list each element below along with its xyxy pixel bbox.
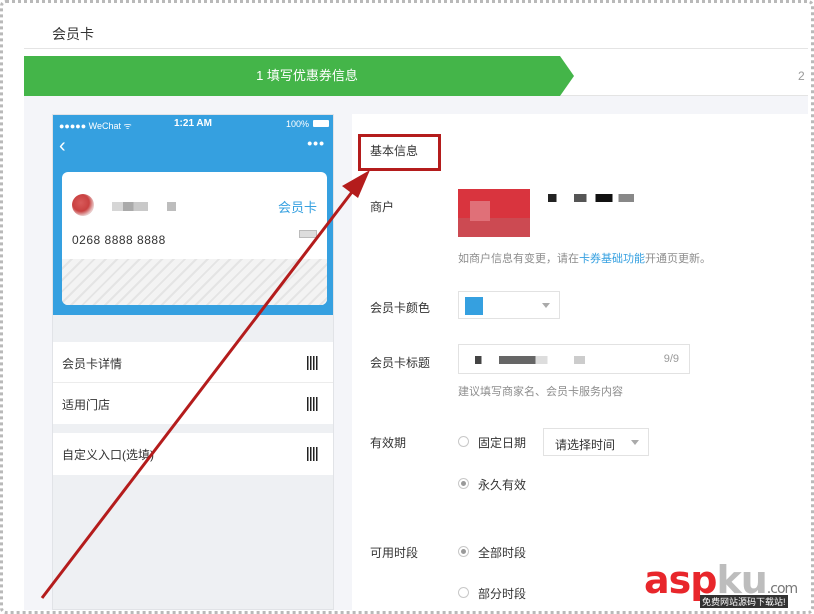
- page-title: 会员卡: [52, 26, 94, 42]
- header-divider: [24, 48, 808, 49]
- merchant-label: 商户: [370, 200, 395, 214]
- list-item-label: 自定义入口(选填): [62, 448, 154, 462]
- fixed-date-radio[interactable]: [458, 436, 469, 447]
- usage-period-label: 可用时段: [370, 546, 419, 560]
- validity-label: 有效期: [370, 436, 407, 450]
- hint-text-end: 开通页更新。: [645, 253, 711, 265]
- card-merchant-name-blurred: [112, 202, 148, 211]
- card-logo: [72, 194, 94, 216]
- card-color-label: 会员卡颜色: [370, 301, 431, 315]
- color-swatch: [465, 297, 483, 315]
- list-item[interactable]: 会员卡详情: [53, 342, 333, 383]
- card-title-hint: 建议填写商家名、会员卡服务内容: [458, 386, 623, 398]
- merchant-hint: 如商户信息有变更，请在卡券基础功能开通页更新。: [458, 250, 711, 266]
- merchant-logo: [458, 189, 530, 237]
- barcode-icon: [307, 356, 319, 370]
- list-item[interactable]: 自定义入口(选填): [53, 433, 333, 474]
- step-2: 2: [798, 69, 805, 83]
- merchant-name-blurred: [548, 194, 634, 202]
- forever-radio[interactable]: [458, 478, 469, 489]
- basic-features-link[interactable]: 卡券基础功能: [579, 253, 645, 265]
- battery-icon: [313, 120, 329, 127]
- card-badge-icon: [299, 230, 317, 238]
- more-dots-icon[interactable]: •••: [307, 135, 325, 151]
- card-number: 0268 8888 8888: [72, 233, 166, 247]
- card-merchant-name-blurred-2: [167, 202, 176, 211]
- list-item-label: 会员卡详情: [62, 357, 123, 371]
- phone-list-1: 会员卡详情 适用门店: [53, 342, 333, 424]
- all-periods-radio[interactable]: [458, 546, 469, 557]
- back-chevron-icon[interactable]: ‹: [59, 136, 73, 156]
- watermark-subtitle: 免费网站源码下载站!: [700, 595, 788, 608]
- fixed-date-label: 固定日期: [478, 436, 527, 450]
- date-select-text: 请选择时间: [555, 438, 616, 452]
- barcode-icon: [307, 447, 319, 461]
- phone-preview: ●●●●● WeChat ᯤ 1:21 AM 100% ‹ ••• 会员卡 02…: [52, 114, 334, 610]
- card-title-value-blurred: [475, 356, 585, 364]
- forever-label: 永久有效: [478, 478, 527, 492]
- chevron-down-icon: [542, 303, 550, 308]
- card-type-label: 会员卡: [277, 200, 317, 215]
- card-form: 基本信息 商户 如商户信息有变更，请在卡券基础功能开通页更新。 会员卡颜色 会员…: [352, 114, 808, 610]
- list-item[interactable]: 适用门店: [53, 383, 333, 424]
- barcode-icon: [307, 397, 319, 411]
- battery-label: 100%: [285, 119, 309, 129]
- char-counter: 9/9: [663, 353, 679, 365]
- step-1-active: 1 填写优惠券信息: [24, 56, 574, 96]
- list-item-label: 适用门店: [62, 398, 111, 412]
- phone-header: ●●●●● WeChat ᯤ 1:21 AM 100% ‹ ••• 会员卡 02…: [53, 115, 333, 315]
- hint-text: 如商户信息有变更，请在: [458, 253, 579, 265]
- chevron-down-icon: [631, 440, 639, 445]
- card-title-label: 会员卡标题: [370, 356, 431, 370]
- all-periods-label: 全部时段: [478, 546, 527, 560]
- card-color-select[interactable]: [458, 291, 560, 319]
- card-title-input[interactable]: 9/9: [458, 344, 690, 374]
- status-bar: ●●●●● WeChat ᯤ 1:21 AM 100%: [53, 115, 333, 133]
- annotation-highlight-box: [358, 134, 441, 171]
- step-bar: 1 填写优惠券信息 2: [24, 56, 808, 96]
- partial-periods-radio[interactable]: [458, 587, 469, 598]
- member-card-preview: 会员卡 0268 8888 8888: [62, 172, 327, 305]
- partial-periods-label: 部分时段: [478, 587, 527, 601]
- date-select[interactable]: 请选择时间: [543, 428, 649, 456]
- phone-list-2: 自定义入口(选填): [53, 433, 333, 475]
- card-stripe-area: [62, 259, 327, 305]
